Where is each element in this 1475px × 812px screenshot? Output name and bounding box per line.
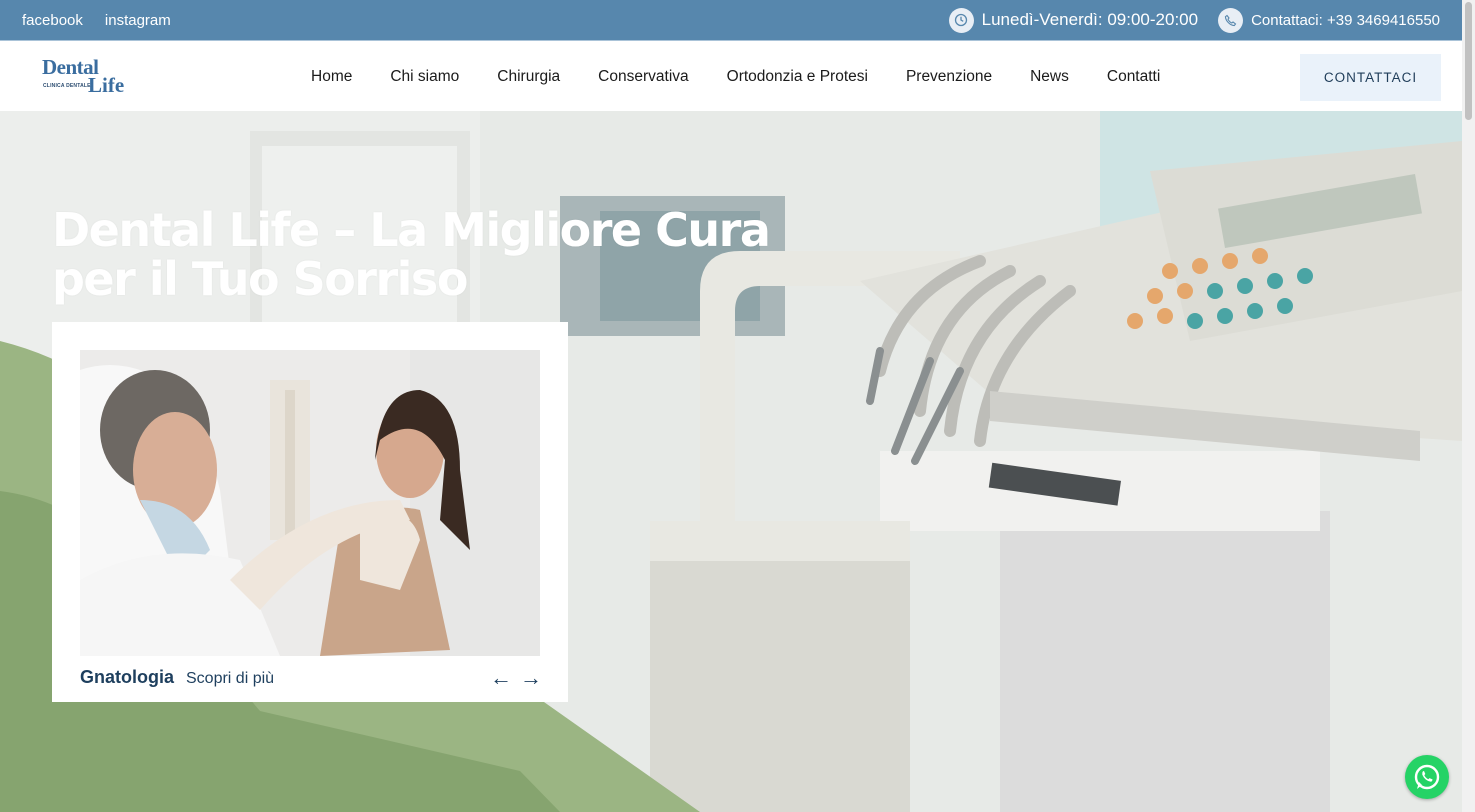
page-scrollbar[interactable]	[1462, 0, 1475, 812]
arrow-left-icon[interactable]: ←	[490, 667, 512, 689]
phone-contact[interactable]: Contattaci: +39 3469416550	[1218, 7, 1440, 33]
social-links: facebook instagram	[22, 12, 171, 29]
nav-chirurgia[interactable]: Chirurgia	[497, 68, 560, 86]
carousel-controls: ← →	[490, 667, 542, 689]
contact-button[interactable]: CONTATTACI	[1300, 54, 1441, 101]
service-card: Gnatologia Scopri di più ← →	[52, 322, 568, 702]
scrollbar-thumb[interactable]	[1465, 2, 1472, 120]
whatsapp-icon[interactable]	[1405, 755, 1449, 799]
instagram-link[interactable]: instagram	[105, 12, 171, 29]
nav-ortodonzia[interactable]: Ortodonzia e Protesi	[727, 68, 868, 86]
nav-conservativa[interactable]: Conservativa	[598, 68, 688, 86]
card-title: Gnatologia	[80, 667, 174, 687]
nav-chi-siamo[interactable]: Chi siamo	[390, 68, 459, 86]
phone-text: Contattaci: +39 3469416550	[1251, 11, 1440, 29]
clock-icon	[948, 7, 974, 33]
opening-hours-text: Lunedì-Venerdì: 09:00-20:00	[981, 10, 1199, 29]
logo-word-life: Life	[88, 72, 125, 97]
card-link[interactable]: Scopri di più	[186, 670, 274, 688]
opening-hours: Lunedì-Venerdì: 09:00-20:00	[948, 7, 1199, 33]
nav-prevenzione[interactable]: Prevenzione	[906, 68, 992, 86]
nav-contatti[interactable]: Contatti	[1107, 68, 1160, 86]
nav-home[interactable]: Home	[311, 68, 352, 86]
main-header: Dental CLINICA DENTALE Life Home Chi sia…	[0, 42, 1462, 111]
nav-news[interactable]: News	[1030, 68, 1069, 86]
phone-icon	[1218, 7, 1244, 33]
top-bar: facebook instagram Lunedì-Venerdì: 09:00…	[0, 0, 1462, 41]
service-photo	[80, 350, 540, 656]
logo[interactable]: Dental CLINICA DENTALE Life	[42, 55, 125, 99]
card-caption: Gnatologia Scopri di più	[80, 667, 274, 688]
main-nav: Home Chi siamo Chirurgia Conservativa Or…	[311, 42, 1198, 111]
hero-title: Dental Life – La Migliore Cura per il Tu…	[52, 203, 771, 306]
logo-tagline: CLINICA DENTALE	[43, 82, 91, 89]
hero-section: Dental Life – La Migliore Cura per il Tu…	[0, 111, 1462, 812]
facebook-link[interactable]: facebook	[22, 12, 83, 29]
arrow-right-icon[interactable]: →	[520, 667, 542, 689]
